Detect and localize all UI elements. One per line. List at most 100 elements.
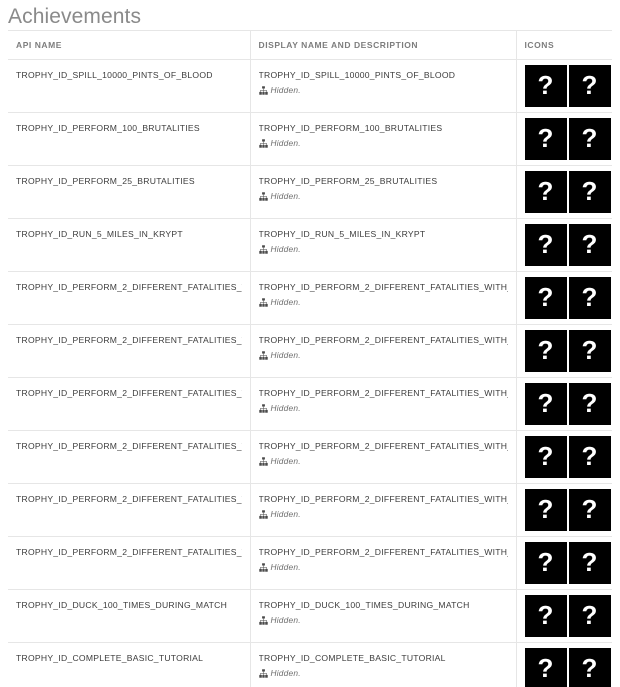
hierarchy-icon: [258, 456, 268, 466]
cell-api-name: TROPHY_ID_PERFORM_25_BRUTALITIES: [8, 165, 251, 219]
missing-image-icon[interactable]: ?: [524, 171, 567, 213]
achievements-page: Achievements API NAME DISPLAY NAME AND D…: [0, 0, 620, 687]
missing-image-glyph: ?: [581, 653, 598, 683]
missing-image-icon[interactable]: ?: [524, 118, 567, 160]
missing-image-icon[interactable]: ?: [568, 648, 611, 687]
api-name-text: TROPHY_ID_PERFORM_25_BRUTALITIES: [16, 176, 195, 186]
hierarchy-icon: [258, 138, 268, 148]
missing-image-glyph: ?: [537, 176, 554, 206]
missing-image-glyph: ?: [581, 335, 598, 365]
icon-pair: ??: [524, 542, 613, 584]
cell-display-name: TROPHY_ID_PERFORM_100_BRUTALITIES Hidden.: [250, 112, 517, 166]
cell-api-name: TROPHY_ID_SPILL_10000_PINTS_OF_BLOOD: [8, 59, 251, 113]
api-name-text: TROPHY_ID_RUN_5_MILES_IN_KRYPT: [16, 229, 183, 239]
cell-display-name: TROPHY_ID_PERFORM_2_DIFFERENT_FATALITIES…: [250, 324, 517, 378]
hidden-label: Hidden.: [270, 509, 301, 519]
cell-display-name: TROPHY_ID_PERFORM_2_DIFFERENT_FATALITIES…: [250, 536, 517, 590]
hidden-description: Hidden.: [258, 297, 508, 307]
missing-image-icon[interactable]: ?: [568, 65, 611, 107]
missing-image-icon[interactable]: ?: [568, 595, 611, 637]
api-name-text: TROPHY_ID_PERFORM_2_DIFFERENT_FATALITIES…: [16, 388, 242, 398]
missing-image-glyph: ?: [537, 123, 554, 153]
missing-image-icon[interactable]: ?: [524, 330, 567, 372]
hidden-label: Hidden.: [270, 350, 301, 360]
cell-api-name: TROPHY_ID_PERFORM_2_DIFFERENT_FATALITIES…: [8, 430, 251, 484]
cell-display-name: TROPHY_ID_COMPLETE_BASIC_TUTORIAL Hidden.: [250, 642, 517, 687]
missing-image-icon[interactable]: ?: [568, 330, 611, 372]
api-name-text: TROPHY_ID_PERFORM_2_DIFFERENT_FATALITIES…: [16, 547, 242, 557]
cell-api-name: TROPHY_ID_DUCK_100_TIMES_DURING_MATCH: [8, 589, 251, 643]
table-row: TROPHY_ID_COMPLETE_BASIC_TUTORIAL TROPHY_…: [8, 642, 613, 687]
table-row: TROPHY_ID_PERFORM_100_BRUTALITIES TROPHY_…: [8, 112, 613, 166]
missing-image-icon[interactable]: ?: [524, 436, 567, 478]
missing-image-glyph: ?: [537, 547, 554, 577]
display-name-text: TROPHY_ID_PERFORM_2_DIFFERENT_FATALITIES…: [258, 335, 508, 345]
hidden-label: Hidden.: [270, 403, 301, 413]
display-name-text: TROPHY_ID_PERFORM_2_DIFFERENT_FATALITIES…: [258, 494, 508, 504]
cell-icons: ??: [516, 324, 613, 378]
missing-image-icon[interactable]: ?: [524, 595, 567, 637]
table-row: TROPHY_ID_PERFORM_2_DIFFERENT_FATALITIES…: [8, 324, 613, 378]
display-name-text: TROPHY_ID_PERFORM_2_DIFFERENT_FATALITIES…: [258, 441, 508, 451]
hidden-label: Hidden.: [270, 615, 301, 625]
icon-pair: ??: [524, 171, 613, 213]
missing-image-icon[interactable]: ?: [568, 171, 611, 213]
hidden-label: Hidden.: [270, 191, 301, 201]
missing-image-glyph: ?: [537, 600, 554, 630]
missing-image-icon[interactable]: ?: [568, 542, 611, 584]
missing-image-icon[interactable]: ?: [524, 224, 567, 266]
cell-icons: ??: [516, 589, 613, 643]
cell-icons: ??: [516, 218, 612, 272]
cell-icons: ??: [516, 165, 613, 219]
missing-image-glyph: ?: [581, 547, 598, 577]
missing-image-glyph: ?: [537, 494, 554, 524]
cell-api-name: TROPHY_ID_PERFORM_2_DIFFERENT_FATALITIES…: [8, 324, 251, 378]
icon-pair: ??: [524, 436, 613, 478]
table-row: TROPHY_ID_PERFORM_2_DIFFERENT_FATALITIES…: [8, 430, 613, 484]
missing-image-icon[interactable]: ?: [568, 224, 611, 266]
missing-image-icon[interactable]: ?: [568, 383, 611, 425]
display-name-text: TROPHY_ID_DUCK_100_TIMES_DURING_MATCH: [258, 600, 470, 610]
cell-display-name: TROPHY_ID_PERFORM_2_DIFFERENT_FATALITIES…: [250, 271, 517, 325]
missing-image-glyph: ?: [581, 229, 598, 259]
missing-image-glyph: ?: [581, 176, 598, 206]
hierarchy-icon: [258, 85, 268, 95]
cell-display-name: TROPHY_ID_PERFORM_25_BRUTALITIES Hidden.: [250, 165, 517, 219]
missing-image-icon[interactable]: ?: [524, 277, 567, 319]
cell-icons: ??: [516, 59, 612, 113]
api-name-text: TROPHY_ID_PERFORM_2_DIFFERENT_FATALITIES…: [16, 335, 242, 345]
hierarchy-icon: [258, 615, 268, 625]
missing-image-icon[interactable]: ?: [568, 118, 611, 160]
missing-image-icon[interactable]: ?: [524, 383, 567, 425]
api-name-text: TROPHY_ID_DUCK_100_TIMES_DURING_MATCH: [16, 600, 228, 610]
table-row: TROPHY_ID_PERFORM_2_DIFFERENT_FATALITIES…: [8, 536, 613, 590]
icon-pair: ??: [524, 330, 613, 372]
table-row: TROPHY_ID_DUCK_100_TIMES_DURING_MATCH TRO…: [8, 589, 613, 643]
icon-pair: ??: [524, 648, 613, 687]
missing-image-icon[interactable]: ?: [568, 489, 611, 531]
table-row: TROPHY_ID_PERFORM_25_BRUTALITIES TROPHY_I…: [8, 165, 613, 219]
icon-pair: ??: [524, 118, 613, 160]
missing-image-icon[interactable]: ?: [524, 489, 567, 531]
hidden-label: Hidden.: [270, 456, 301, 466]
missing-image-icon[interactable]: ?: [524, 648, 567, 687]
table-body: TROPHY_ID_SPILL_10000_PINTS_OF_BLOOD TROP…: [8, 59, 613, 687]
cell-api-name: TROPHY_ID_COMPLETE_BASIC_TUTORIAL: [8, 642, 251, 687]
api-name-text: TROPHY_ID_PERFORM_2_DIFFERENT_FATALITIES…: [16, 282, 242, 292]
cell-icons: ??: [516, 642, 613, 687]
missing-image-icon[interactable]: ?: [524, 65, 567, 107]
cell-display-name: TROPHY_ID_PERFORM_2_DIFFERENT_FATALITIES…: [250, 377, 517, 431]
hidden-description: Hidden.: [258, 509, 508, 519]
missing-image-icon[interactable]: ?: [568, 277, 611, 319]
table-header: API NAME DISPLAY NAME AND DESCRIPTION IC…: [8, 30, 612, 60]
hidden-label: Hidden.: [270, 244, 301, 254]
missing-image-glyph: ?: [537, 441, 554, 471]
missing-image-glyph: ?: [537, 229, 554, 259]
icon-pair: ??: [524, 595, 613, 637]
table-row: TROPHY_ID_PERFORM_2_DIFFERENT_FATALITIES…: [8, 377, 612, 431]
display-name-text: TROPHY_ID_RUN_5_MILES_IN_KRYPT: [258, 229, 426, 239]
hierarchy-icon: [258, 191, 268, 201]
missing-image-icon[interactable]: ?: [524, 542, 567, 584]
missing-image-icon[interactable]: ?: [568, 436, 611, 478]
api-name-text: TROPHY_ID_SPILL_10000_PINTS_OF_BLOOD: [16, 70, 213, 80]
